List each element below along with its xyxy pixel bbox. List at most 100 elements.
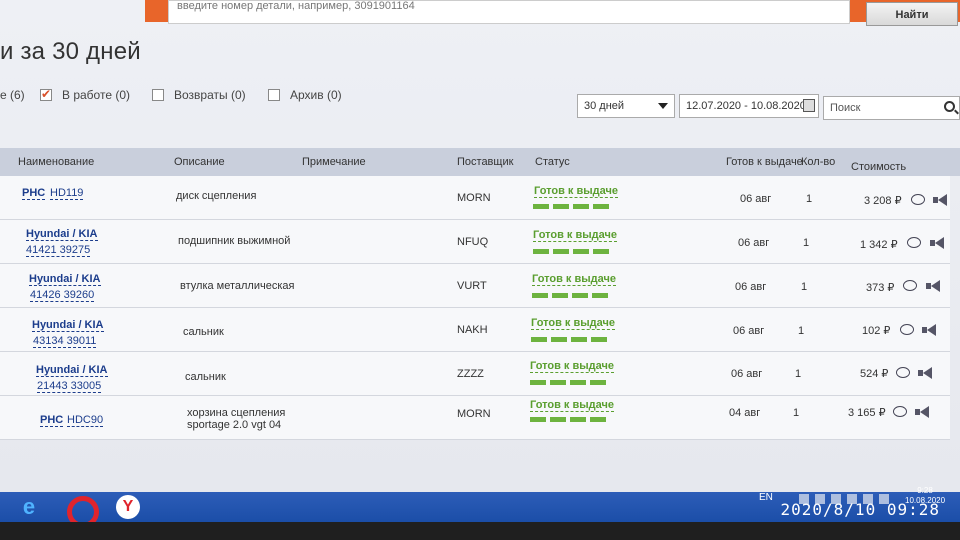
internet-explorer-icon[interactable]: e (14, 494, 44, 520)
filter-label: Возвраты (0) (174, 88, 246, 102)
status-link[interactable]: Готов к выдаче (532, 273, 616, 286)
megaphone-icon[interactable] (926, 280, 942, 292)
opera-icon[interactable] (63, 494, 99, 528)
filter-archive[interactable]: Архив (0) (268, 88, 342, 102)
quantity: 1 (801, 281, 808, 293)
cost: 524 ₽ (860, 368, 889, 380)
brand-link[interactable]: PHC (40, 414, 64, 427)
description-line2: sportage 2.0 vgt 04 (187, 419, 282, 431)
status-link[interactable]: Готов к выдаче (530, 399, 614, 412)
comment-icon[interactable] (900, 324, 914, 335)
description: подшипник выжимной (178, 235, 291, 247)
browser-screen: введите номер детали, например, 30919011… (0, 0, 960, 492)
comment-icon[interactable] (896, 367, 910, 378)
megaphone-icon[interactable] (918, 367, 934, 379)
brand-link[interactable]: Hyundai / KIA (26, 228, 98, 241)
status-progress (531, 337, 607, 342)
comment-icon[interactable] (903, 280, 917, 291)
quantity: 1 (798, 325, 805, 337)
filter-label: е (6) (0, 88, 25, 102)
status-progress (530, 380, 606, 385)
supplier: NAKH (457, 324, 488, 336)
comment-icon[interactable] (907, 237, 921, 248)
monitor-bezel (0, 522, 960, 540)
part-code-link[interactable]: 43134 39011 (33, 335, 97, 348)
filter-in-work[interactable]: В работе (0) (40, 87, 131, 102)
supplier: MORN (457, 408, 491, 420)
col-note[interactable]: Примечание (302, 156, 366, 168)
table-row[interactable]: Hyundai / KIA 41421 39275 подшипник выжи… (0, 220, 950, 264)
table-row[interactable]: PHC HDC90 хорзина сцепления sportage 2.0… (0, 396, 950, 440)
description: сальник (183, 326, 224, 338)
quantity: 1 (806, 193, 813, 205)
part-search-input[interactable]: введите номер детали, например, 30919011… (168, 0, 850, 24)
status-link[interactable]: Готов к выдаче (534, 185, 618, 198)
megaphone-icon[interactable] (930, 237, 946, 249)
ready-date: 06 авг (740, 193, 772, 205)
col-name[interactable]: Наименование (18, 156, 94, 168)
cost: 1 342 ₽ (860, 239, 898, 251)
part-code-link[interactable]: HD119 (50, 187, 84, 200)
date-range-input[interactable]: 12.07.2020 - 10.08.2020 (679, 94, 819, 118)
photo-timestamp: 2020/8/10 09:28 (780, 500, 940, 519)
status-progress (530, 417, 606, 422)
ready-date: 06 авг (735, 281, 767, 293)
description: диск сцепления (176, 190, 257, 202)
part-code-link[interactable]: 41421 39275 (26, 244, 91, 257)
yandex-browser-icon[interactable]: Y (113, 494, 143, 520)
brand-link[interactable]: Hyundai / KIA (36, 364, 108, 377)
checkbox[interactable] (268, 89, 280, 101)
checkbox[interactable] (152, 89, 164, 101)
status-link[interactable]: Готов к выдаче (533, 229, 617, 242)
comment-icon[interactable] (911, 194, 925, 205)
description: втулка металлическая (180, 280, 295, 292)
table-row[interactable]: Hyundai / KIA 43134 39011 сальник NAKH Г… (0, 308, 950, 352)
filter-label: Архив (0) (290, 88, 342, 102)
ready-date: 06 авг (731, 368, 763, 380)
checkbox[interactable] (40, 87, 52, 101)
part-code-link[interactable]: HDC90 (67, 414, 104, 427)
table-row[interactable]: Hyundai / KIA 41426 39260 втулка металли… (0, 264, 950, 308)
col-status[interactable]: Статус (535, 156, 570, 168)
status-progress (533, 204, 609, 209)
ready-date: 06 авг (733, 325, 765, 337)
supplier: ZZZZ (457, 368, 484, 380)
megaphone-icon[interactable] (933, 194, 949, 206)
orders-table: Наименование Описание Примечание Поставщ… (0, 148, 960, 440)
cost: 3 208 ₽ (864, 195, 902, 207)
page-title: и за 30 дней (0, 38, 141, 65)
supplier: VURT (457, 280, 487, 292)
part-code-link[interactable]: 41426 39260 (30, 289, 95, 302)
table-row[interactable]: PHC HD119 диск сцепления MORN Готов к вы… (0, 176, 950, 220)
col-cost[interactable]: Стоимость (851, 161, 906, 173)
quantity: 1 (803, 237, 810, 249)
filter-label: В работе (0) (62, 88, 131, 102)
find-button[interactable]: Найти (866, 2, 958, 26)
comment-icon[interactable] (893, 406, 907, 417)
clock-time: 9:28 (917, 486, 933, 495)
part-code-link[interactable]: 21443 33005 (37, 380, 102, 393)
calendar-icon[interactable] (803, 99, 815, 112)
language-indicator[interactable]: EN (759, 492, 773, 503)
supplier: NFUQ (457, 236, 489, 248)
status-link[interactable]: Готов к выдаче (530, 360, 614, 373)
brand-link[interactable]: Hyundai / KIA (32, 319, 104, 332)
cost: 102 ₽ (862, 325, 891, 337)
date-range-value: 12.07.2020 - 10.08.2020 (686, 100, 806, 112)
brand-link[interactable]: PHC (22, 187, 46, 200)
table-row[interactable]: Hyundai / KIA 21443 33005 сальник ZZZZ Г… (0, 352, 950, 396)
search-input[interactable]: Поиск (823, 96, 960, 120)
period-value: 30 дней (584, 100, 625, 112)
col-qty[interactable]: Кол-во (801, 156, 835, 168)
filter-returns[interactable]: Возвраты (0) (152, 88, 246, 102)
search-icon[interactable] (944, 101, 955, 112)
status-link[interactable]: Готов к выдаче (531, 317, 615, 330)
col-description[interactable]: Описание (174, 156, 225, 168)
period-select[interactable]: 30 дней (577, 94, 675, 118)
brand-link[interactable]: Hyundai / KIA (29, 273, 101, 286)
col-ready[interactable]: Готов к выдаче (726, 156, 803, 168)
filter-all[interactable]: е (6) (0, 88, 25, 102)
col-supplier[interactable]: Поставщик (457, 156, 513, 168)
megaphone-icon[interactable] (915, 406, 931, 418)
megaphone-icon[interactable] (922, 324, 938, 336)
